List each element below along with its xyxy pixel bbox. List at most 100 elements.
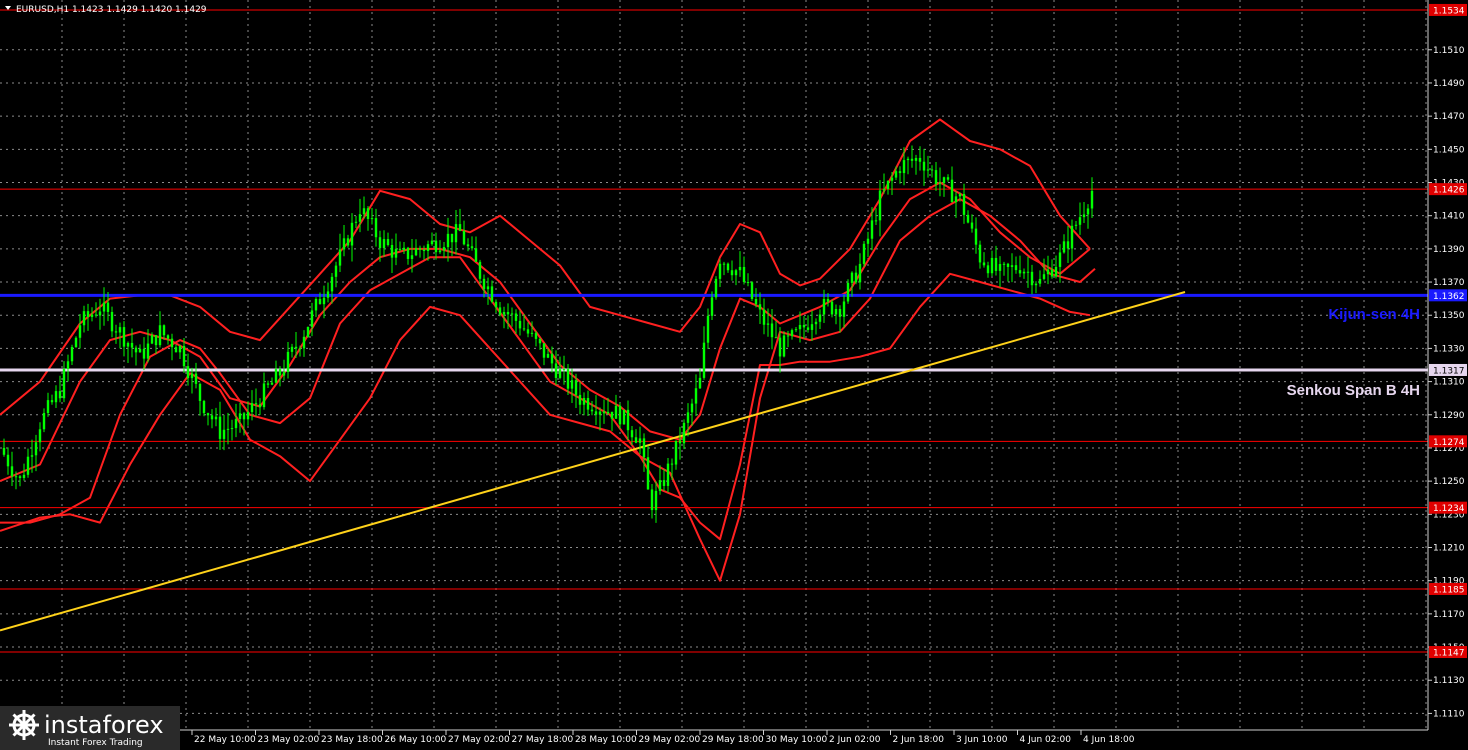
y-tick-labels: 1.11101.11301.11501.11701.11901.12101.12…: [1428, 46, 1465, 719]
candle-body: [326, 291, 330, 298]
candle-body: [134, 347, 138, 353]
candle-body: [622, 409, 626, 425]
candle-body: [810, 324, 814, 330]
candle-body: [454, 224, 458, 243]
candle-body: [794, 329, 798, 331]
candle-body: [1006, 263, 1010, 267]
candle-body: [466, 244, 470, 247]
candle-body: [286, 351, 290, 372]
candle-body: [302, 336, 306, 349]
level-label-1.1317: 1.1317: [1433, 366, 1465, 376]
candle-body: [18, 476, 22, 479]
candle-body: [826, 298, 830, 302]
candle-body: [650, 489, 654, 511]
kijun-sen-label: Kijun-sen 4H: [1328, 306, 1420, 323]
candle-body: [206, 413, 210, 416]
candle-body: [878, 190, 882, 221]
candle-body: [270, 382, 274, 385]
candle-body: [1058, 252, 1062, 267]
watermark-tagline: Instant Forex Trading: [48, 738, 143, 748]
y-tick-label: 1.1350: [1433, 311, 1465, 321]
candle-body: [614, 405, 618, 419]
x-tick-label: 27 May 02:00: [448, 735, 510, 745]
candle-body: [498, 307, 502, 315]
candle-body: [618, 405, 622, 425]
candle-body: [374, 218, 378, 238]
candle-body: [874, 220, 878, 222]
candle-body: [114, 331, 118, 333]
candle-body: [730, 270, 734, 276]
candle-body: [646, 457, 650, 490]
candle-body: [994, 257, 998, 271]
candle-body: [990, 257, 994, 274]
candle-body: [698, 377, 702, 389]
y-tick-label: 1.1330: [1433, 344, 1465, 354]
candle-body: [914, 157, 918, 161]
candle-body: [378, 237, 382, 249]
candle-body: [970, 222, 974, 229]
candle-body: [642, 438, 646, 458]
level-label-1.1426: 1.1426: [1433, 186, 1465, 196]
candle-body: [318, 298, 322, 305]
candle-body: [314, 298, 318, 311]
candle-body: [258, 404, 262, 408]
candle-body: [494, 301, 498, 308]
candle-body: [166, 335, 170, 339]
candle-body: [854, 272, 858, 283]
level-label-1.1274: 1.1274: [1433, 438, 1465, 448]
candle-body: [630, 430, 634, 438]
candle-body: [902, 160, 906, 174]
candle-body: [170, 338, 174, 348]
candle-body: [518, 320, 522, 329]
candle-body: [10, 466, 14, 477]
candle-body: [526, 329, 530, 334]
candle-body: [718, 263, 722, 279]
candle-body: [586, 398, 590, 410]
candle-body: [362, 208, 366, 215]
candle-body: [194, 373, 198, 384]
candle-body: [598, 411, 602, 415]
senkou-span-b-label: Senkou Span B 4H: [1287, 382, 1420, 399]
candle-body: [610, 411, 614, 419]
y-tick-label: 1.1170: [1433, 610, 1465, 620]
candle-body: [1062, 241, 1066, 253]
candle-body: [770, 323, 774, 338]
instaforex-logo-icon: [9, 710, 39, 740]
candle-body: [406, 247, 410, 259]
y-tick-label: 1.1250: [1433, 477, 1465, 487]
candle-body: [450, 233, 454, 243]
candle-body: [714, 278, 718, 298]
candle-body: [966, 214, 970, 223]
candle-body: [290, 346, 294, 352]
candle-body: [846, 282, 850, 302]
candle-body: [982, 262, 986, 266]
candle-body: [786, 335, 790, 337]
candle-body: [282, 371, 286, 376]
candle-body: [582, 398, 586, 405]
chart-header: EURUSD,H1 1.1423 1.1429 1.1420 1.1429: [5, 5, 207, 15]
candle-body: [474, 248, 478, 262]
candle-body: [910, 158, 914, 161]
y-tick-label: 1.1390: [1433, 245, 1465, 255]
candle-body: [358, 214, 362, 222]
candle-body: [542, 343, 546, 358]
candle-body: [666, 463, 670, 486]
candle-body: [918, 157, 922, 162]
y-tick-label: 1.1310: [1433, 378, 1465, 388]
candle-body: [182, 345, 186, 367]
candle-body: [842, 301, 846, 317]
y-tick-label: 1.1130: [1433, 676, 1465, 686]
candle-body: [506, 311, 510, 315]
candle-body: [662, 480, 666, 486]
candle-body: [122, 327, 126, 347]
candle-body: [214, 416, 218, 420]
candle-body: [834, 308, 838, 315]
candle-body: [734, 270, 738, 276]
candle-body: [330, 276, 334, 292]
candle-body: [818, 314, 822, 322]
candle-body: [26, 456, 30, 475]
candle-body: [6, 454, 10, 467]
candle-body: [222, 429, 226, 439]
candle-body: [974, 228, 978, 245]
x-tick-label: 30 May 10:00: [766, 735, 828, 745]
